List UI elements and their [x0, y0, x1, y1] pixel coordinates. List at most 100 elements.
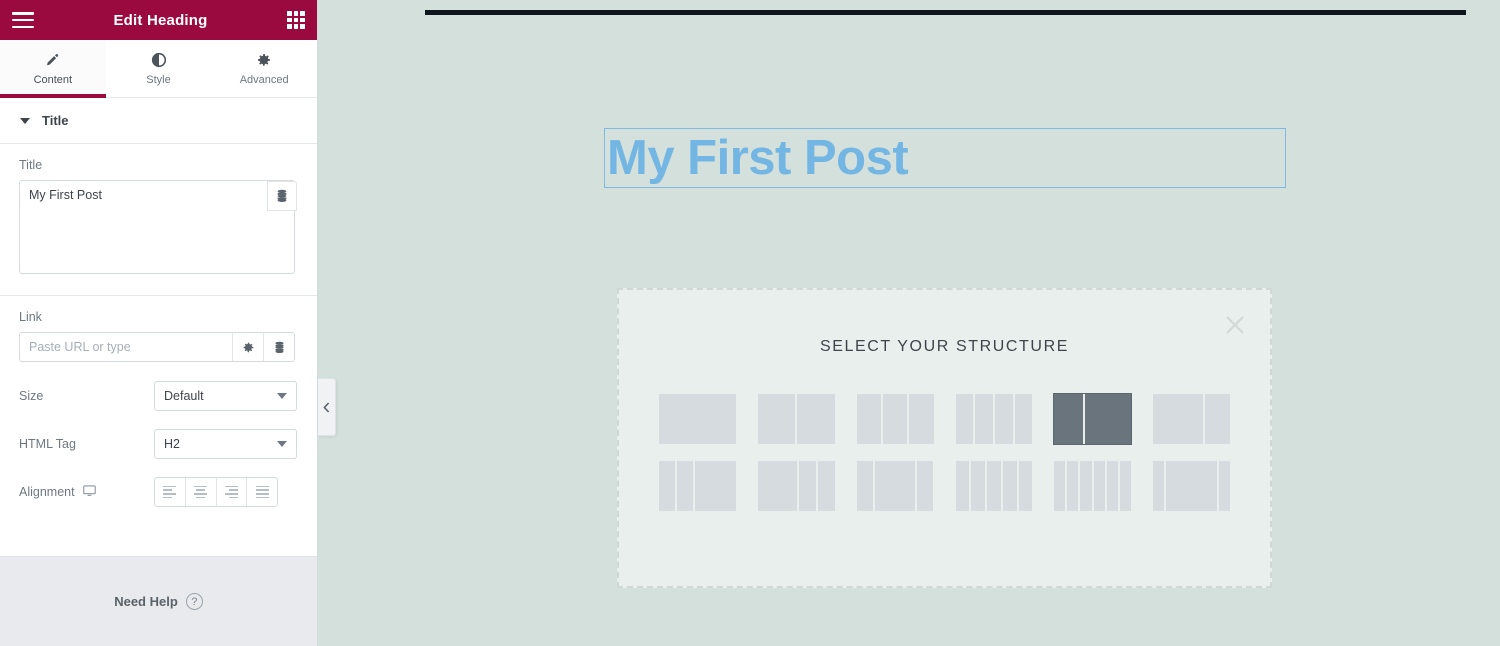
structure-column	[1153, 461, 1165, 511]
structure-row	[659, 461, 1230, 511]
structure-column	[817, 461, 835, 511]
structure-column	[1107, 461, 1119, 511]
structure-column	[1153, 394, 1203, 444]
structure-3-big-small-small[interactable]	[757, 461, 835, 511]
structure-column	[659, 461, 676, 511]
chevron-down-icon	[20, 117, 30, 124]
hamburger-icon[interactable]	[12, 12, 34, 28]
alignment-label-wrap: Alignment	[19, 484, 154, 500]
align-left-button[interactable]	[155, 478, 186, 506]
chevron-down-icon	[277, 441, 287, 447]
structure-column	[856, 394, 881, 444]
alignment-control: Alignment	[0, 468, 317, 516]
title-control: Title	[0, 144, 317, 279]
size-control: Size Default	[0, 372, 317, 420]
structure-column	[1067, 461, 1079, 511]
panel-title: Edit Heading	[113, 11, 208, 29]
title-field-label: Title	[19, 158, 43, 172]
link-control: Link	[0, 296, 317, 362]
structure-column	[797, 394, 835, 444]
structure-column	[1219, 461, 1230, 511]
structure-column	[1166, 461, 1218, 511]
tab-advanced[interactable]: Advanced	[211, 40, 318, 97]
apps-grid-icon[interactable]	[287, 11, 305, 29]
structure-column	[659, 394, 736, 444]
chevron-left-icon	[323, 401, 330, 413]
tab-advanced-label: Advanced	[239, 74, 289, 86]
html-tag-select-value: H2	[164, 437, 180, 451]
heading-text: My First Post	[607, 131, 909, 185]
structure-column	[917, 461, 934, 511]
structure-column	[856, 461, 873, 511]
size-select-value: Default	[164, 389, 204, 403]
align-center-button[interactable]	[186, 478, 217, 506]
link-field-label: Link	[19, 310, 42, 324]
link-options-gear-icon[interactable]	[232, 333, 263, 361]
structure-5-equal[interactable]	[955, 461, 1033, 511]
structure-column	[757, 461, 798, 511]
structure-3-small-big-small[interactable]	[856, 461, 934, 511]
title-dynamic-database-icon[interactable]	[267, 181, 297, 211]
canvas-top-bar	[425, 10, 1466, 15]
structure-2-equal[interactable]	[757, 394, 835, 444]
chevron-down-icon	[277, 393, 287, 399]
html-tag-control: HTML Tag H2	[0, 420, 317, 468]
structure-column	[874, 461, 916, 511]
structure-column	[1084, 394, 1132, 444]
alignment-button-group	[154, 477, 278, 507]
structure-column	[1093, 461, 1106, 511]
structure-6-equal[interactable]	[1054, 461, 1132, 511]
tab-style[interactable]: Style	[105, 40, 212, 97]
need-help-label: Need Help	[114, 594, 178, 609]
structure-grid	[619, 393, 1270, 511]
structure-column	[975, 394, 993, 444]
elementor-editor: Edit Heading Content Style Advanced Titl…	[0, 0, 1500, 646]
tab-style-label: Style	[146, 74, 171, 86]
structure-column	[882, 394, 907, 444]
structure-column	[799, 461, 816, 511]
structure-column	[971, 461, 986, 511]
title-input[interactable]	[19, 180, 295, 274]
structure-2-left-narrow[interactable]	[1053, 393, 1133, 445]
structure-column	[695, 461, 736, 511]
structure-column	[955, 461, 970, 511]
structure-3-narrow-wide-narrow[interactable]	[1153, 461, 1230, 511]
structure-column	[677, 461, 694, 511]
size-label: Size	[19, 389, 44, 403]
structure-column	[1080, 461, 1092, 511]
structure-4-equal[interactable]	[955, 394, 1033, 444]
editor-panel: Edit Heading Content Style Advanced Titl…	[0, 0, 318, 646]
structure-3-equal[interactable]	[856, 394, 934, 444]
contrast-circle-icon	[151, 51, 167, 69]
question-mark-circle-icon[interactable]: ?	[185, 593, 203, 610]
structure-column	[1018, 461, 1033, 511]
align-right-button[interactable]	[217, 478, 248, 506]
structure-column	[1054, 461, 1066, 511]
panel-tabs: Content Style Advanced	[0, 40, 318, 98]
align-justify-button[interactable]	[247, 478, 277, 506]
panel-body: Title Title My First Post Link Paste URL…	[0, 98, 317, 556]
link-dynamic-database-icon[interactable]	[263, 333, 294, 361]
structure-column	[908, 394, 934, 444]
structure-row	[659, 393, 1230, 445]
desktop-monitor-icon[interactable]	[82, 484, 96, 500]
heading-widget[interactable]: My First Post	[604, 128, 1286, 188]
tab-content[interactable]: Content	[0, 40, 106, 98]
structure-3-small-small-big[interactable]	[659, 461, 736, 511]
html-tag-select[interactable]: H2	[154, 429, 297, 459]
close-x-icon[interactable]	[1224, 314, 1246, 341]
panel-footer[interactable]: Need Help ?	[0, 556, 317, 646]
structure-column	[1014, 394, 1033, 444]
pencil-icon	[45, 51, 60, 69]
panel-header: Edit Heading	[0, 0, 317, 40]
gear-icon	[256, 51, 272, 69]
structure-1-column[interactable]	[659, 394, 736, 444]
structure-2-right-narrow[interactable]	[1153, 394, 1230, 444]
section-title-header[interactable]: Title	[0, 98, 317, 144]
structure-column	[1120, 461, 1132, 511]
size-select[interactable]: Default	[154, 381, 297, 411]
tab-content-label: Content	[33, 74, 73, 86]
panel-collapse-handle[interactable]	[318, 378, 336, 436]
editor-canvas: My First Post SELECT YOUR STRUCTURE	[318, 0, 1500, 646]
link-input[interactable]	[20, 333, 232, 361]
